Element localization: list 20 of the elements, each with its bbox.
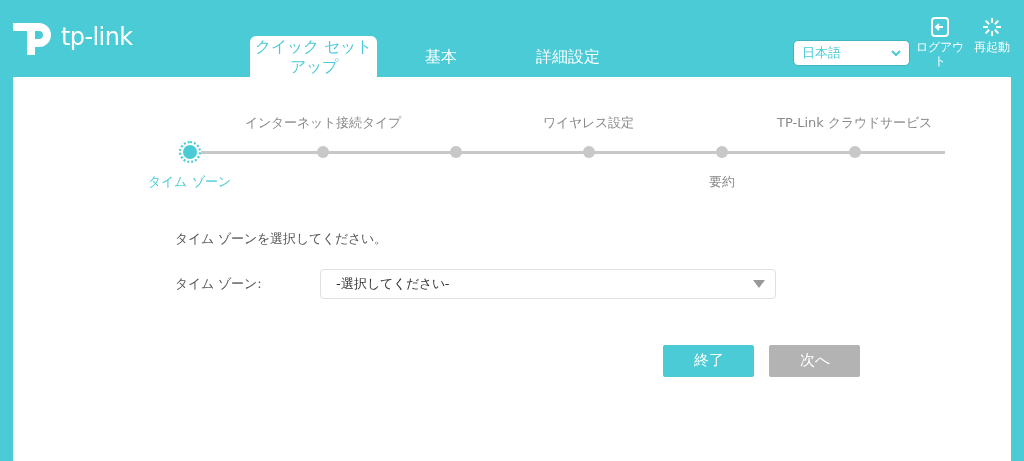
nav-tab[interactable]: 詳細設定 — [504, 36, 631, 77]
dropdown-arrow-icon — [753, 279, 765, 288]
brand-name: tp-link — [61, 22, 133, 53]
step-label: インターネット接続タイプ — [244, 114, 401, 132]
reboot-button[interactable]: 再起動 — [966, 16, 1018, 68]
nav-tab[interactable]: クイック セットアップ — [250, 36, 377, 77]
timezone-select[interactable]: -選択してください- — [320, 268, 776, 299]
spinner-icon — [981, 16, 1003, 38]
field-label: タイム ゾーン: — [175, 274, 263, 293]
language-select[interactable]: 日本語 — [793, 40, 910, 66]
step-label: タイム ゾーン — [148, 172, 231, 191]
logout-icon — [930, 16, 950, 38]
chevron-icon — [891, 49, 901, 57]
action-button[interactable]: 終了 — [663, 344, 754, 377]
step-label: 要約 — [708, 172, 735, 191]
instruction-text: タイム ゾーンを選択してください。 — [175, 230, 389, 248]
logout-button[interactable]: ログアウト — [914, 16, 966, 68]
step-label: TP-Link クラウドサービス — [777, 114, 932, 132]
nav-tab[interactable]: 基本 — [377, 36, 504, 77]
step-label: ワイヤレス設定 — [543, 114, 634, 132]
